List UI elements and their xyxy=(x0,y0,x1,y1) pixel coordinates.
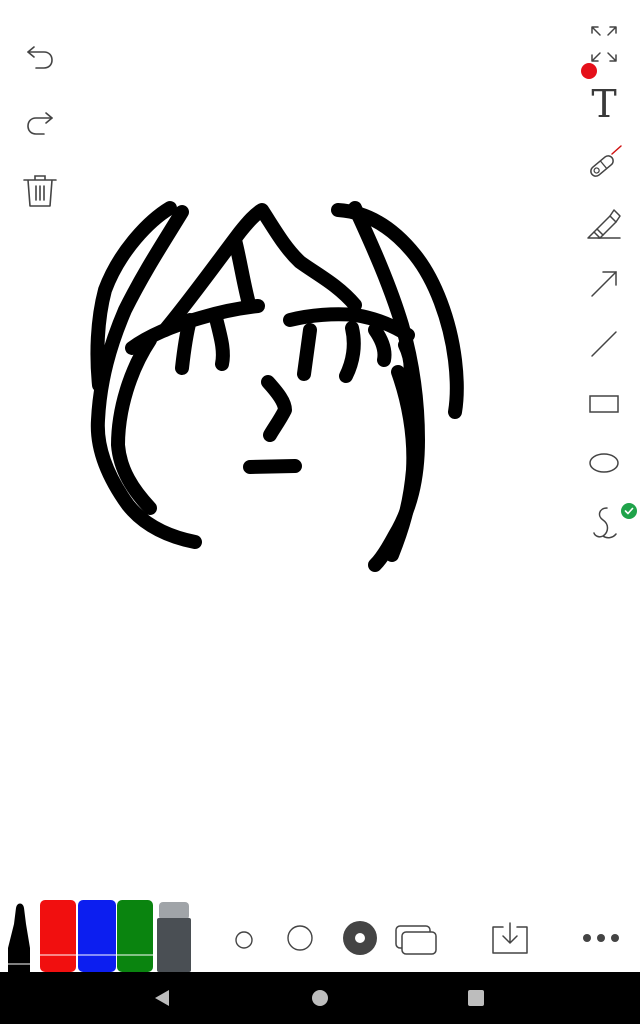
pages-button[interactable] xyxy=(392,920,440,960)
marker-red[interactable] xyxy=(40,900,76,972)
text-tool-label: T xyxy=(591,82,617,126)
arrow-tool-button[interactable] xyxy=(578,258,630,310)
nav-back-button[interactable] xyxy=(132,972,192,1024)
hair-fringe-3 xyxy=(297,323,317,381)
freehand-tool-button[interactable] xyxy=(578,496,630,548)
undo-button[interactable] xyxy=(18,34,62,78)
size-small[interactable] xyxy=(228,924,260,956)
marker-blue[interactable] xyxy=(78,900,116,972)
rectangle-icon xyxy=(589,395,619,413)
active-check-icon xyxy=(621,503,637,519)
redo-button[interactable] xyxy=(18,100,62,144)
mouth xyxy=(243,459,302,474)
fullscreen-button[interactable] xyxy=(578,18,630,70)
nav-recents-button[interactable] xyxy=(446,972,506,1024)
redo-icon xyxy=(27,112,53,135)
hair-peak-fill xyxy=(228,233,255,307)
marker-black[interactable] xyxy=(2,900,38,972)
eraser-icon xyxy=(157,902,191,972)
highlighter-button[interactable] xyxy=(578,198,630,250)
blue-marker-icon xyxy=(78,900,116,972)
hair-fringe-5 xyxy=(368,323,392,367)
trash-icon xyxy=(23,175,57,207)
size-medium[interactable] xyxy=(282,920,318,956)
red-marker-icon xyxy=(40,900,76,972)
navigation-bar xyxy=(0,972,640,1024)
face-right-cheek xyxy=(385,365,421,562)
more-icon xyxy=(583,934,619,942)
recents-icon xyxy=(468,990,484,1006)
save-button[interactable] xyxy=(486,918,534,958)
drawing-strokes xyxy=(90,201,464,572)
face-left-cheek xyxy=(111,333,157,515)
highlighter-icon xyxy=(587,209,621,239)
home-icon xyxy=(312,990,328,1006)
pages-icon xyxy=(395,925,437,955)
drawing-canvas[interactable] xyxy=(0,0,640,880)
hair-fringe-4 xyxy=(339,321,361,383)
marker-green[interactable] xyxy=(117,900,153,972)
ellipse-icon xyxy=(589,453,619,473)
nav-home-button[interactable] xyxy=(290,972,350,1024)
size-large-icon xyxy=(343,921,377,955)
text-tool-button[interactable]: T xyxy=(578,78,630,130)
line-icon xyxy=(591,331,617,357)
nose xyxy=(261,375,292,442)
hair-fringe-2 xyxy=(209,311,230,371)
hair-fringe-1 xyxy=(175,313,197,375)
size-medium-icon xyxy=(287,925,313,951)
recording-indicator xyxy=(581,63,597,79)
laser-pointer-icon xyxy=(590,145,622,177)
arrow-icon xyxy=(591,271,617,297)
black-marker-icon xyxy=(8,903,30,972)
bottom-toolbar xyxy=(0,880,640,972)
more-button[interactable] xyxy=(576,922,626,954)
fullscreen-icon xyxy=(591,26,617,62)
download-icon xyxy=(492,922,528,954)
eraser[interactable] xyxy=(157,902,191,972)
freehand-icon xyxy=(593,507,617,539)
green-marker-icon xyxy=(117,900,153,972)
laser-pointer-button[interactable] xyxy=(578,138,630,190)
ellipse-tool-button[interactable] xyxy=(578,437,630,489)
back-icon xyxy=(155,990,169,1006)
face-right-inner xyxy=(398,338,418,385)
size-small-icon xyxy=(235,931,253,949)
clear-button[interactable] xyxy=(18,168,62,212)
size-large[interactable] xyxy=(340,918,380,958)
undo-icon xyxy=(27,46,53,69)
line-tool-button[interactable] xyxy=(578,318,630,370)
rectangle-tool-button[interactable] xyxy=(578,378,630,430)
